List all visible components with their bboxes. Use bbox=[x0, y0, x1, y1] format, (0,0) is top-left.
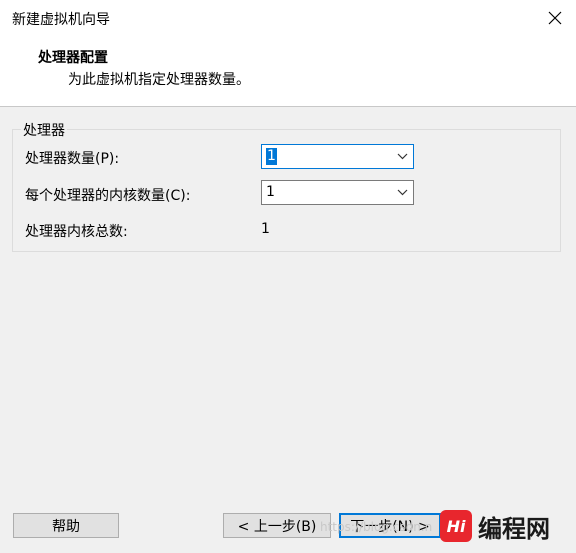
chevron-down-icon bbox=[397, 189, 408, 196]
help-button[interactable]: 帮助 bbox=[13, 513, 119, 538]
processor-count-value: 1 bbox=[266, 148, 277, 165]
page-title: 处理器配置 bbox=[38, 50, 108, 66]
page-subtitle: 为此虚拟机指定处理器数量。 bbox=[68, 72, 250, 88]
window-title: 新建虚拟机向导 bbox=[12, 12, 110, 28]
logo-mark: Hi bbox=[440, 510, 472, 542]
total-cores-value: 1 bbox=[261, 221, 270, 237]
watermark-text: https://blog.csdn.n bbox=[320, 520, 433, 534]
cores-per-processor-label: 每个处理器的内核数量(C): bbox=[25, 188, 191, 204]
processor-count-label: 处理器数量(P): bbox=[25, 151, 120, 167]
site-logo: Hi 编程网 bbox=[440, 506, 570, 546]
processor-group-legend: 处理器 bbox=[21, 120, 67, 140]
back-button[interactable]: < 上一步(B) bbox=[223, 513, 331, 538]
processor-group: 处理器 处理器数量(P): 1 每个处理器的内核数量(C): 1 处理器内核总数… bbox=[12, 120, 561, 252]
processor-count-select[interactable]: 1 bbox=[261, 144, 414, 169]
title-bar: 新建虚拟机向导 bbox=[0, 0, 576, 36]
logo-text: 编程网 bbox=[478, 514, 550, 543]
close-icon bbox=[548, 11, 562, 25]
cores-per-processor-select[interactable]: 1 bbox=[261, 180, 414, 205]
close-button[interactable] bbox=[540, 4, 570, 32]
chevron-down-icon bbox=[397, 153, 408, 160]
total-cores-label: 处理器内核总数: bbox=[25, 224, 128, 240]
cores-per-processor-value: 1 bbox=[266, 184, 275, 200]
wizard-header: 处理器配置 为此虚拟机指定处理器数量。 bbox=[0, 36, 576, 107]
